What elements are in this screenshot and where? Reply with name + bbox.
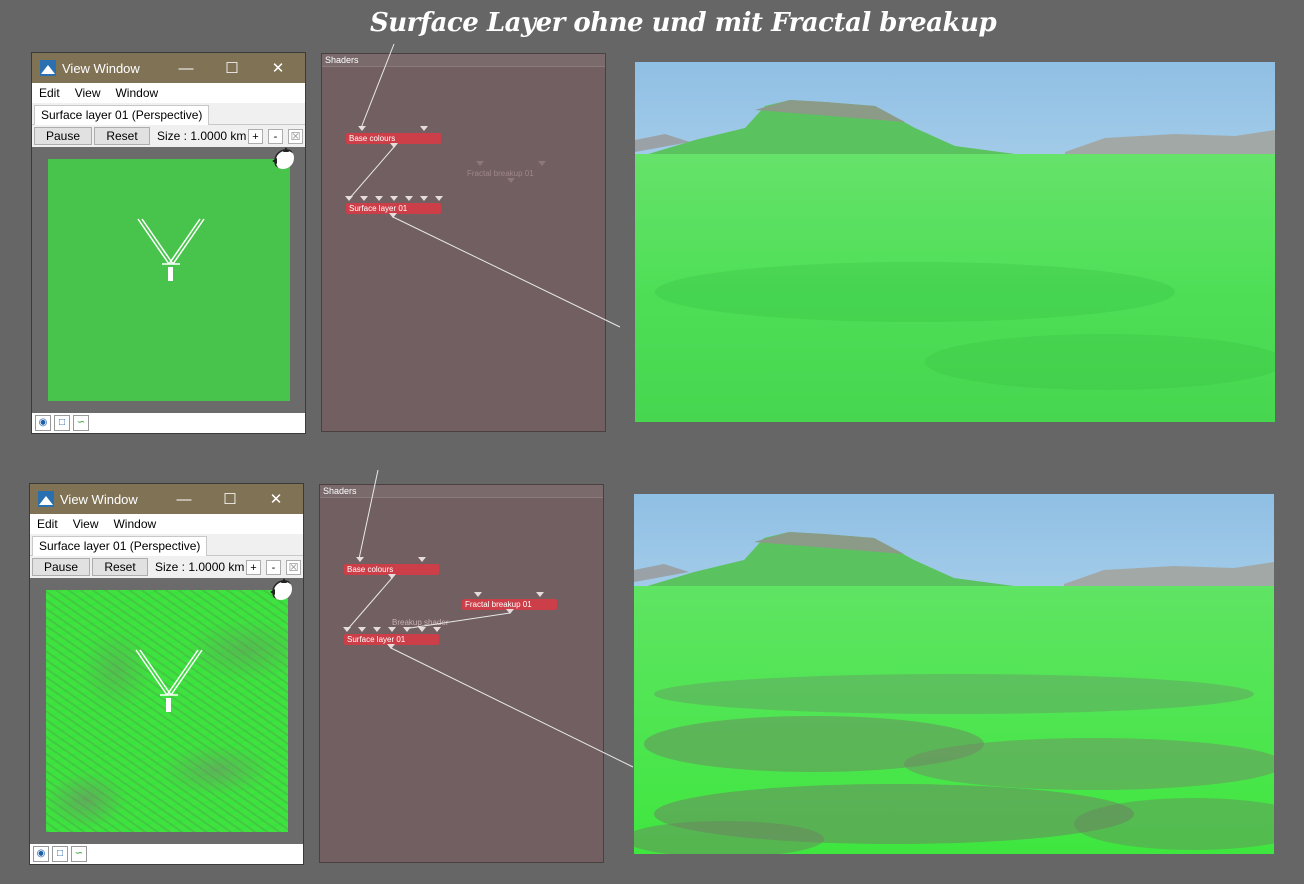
- compass-icon[interactable]: [270, 578, 292, 600]
- input-socket[interactable]: [343, 627, 351, 632]
- status-bar: ◉ □ ∽: [32, 413, 305, 433]
- zoom-out-button[interactable]: -: [268, 129, 283, 144]
- input-socket[interactable]: [418, 627, 426, 632]
- input-socket[interactable]: [418, 557, 426, 562]
- reset-button[interactable]: Reset: [92, 558, 148, 576]
- camera-frustum-icon[interactable]: [32, 147, 305, 413]
- input-socket[interactable]: [420, 126, 428, 131]
- render-preview-top: [635, 62, 1275, 422]
- input-socket[interactable]: [358, 627, 366, 632]
- status-bar: ◉ □ ∽: [30, 844, 303, 864]
- pause-button[interactable]: Pause: [34, 127, 92, 145]
- page-heading: Surface Layer ohne und mit Fractal break…: [370, 8, 997, 38]
- input-socket[interactable]: [390, 196, 398, 201]
- output-socket[interactable]: [389, 213, 397, 218]
- input-socket[interactable]: [538, 161, 546, 166]
- tab-surface-layer-perspective[interactable]: Surface layer 01 (Perspective): [34, 105, 210, 125]
- shaders-panel-top[interactable]: Shaders Base colours Fractal breakup 01 …: [321, 53, 606, 432]
- title-bar[interactable]: View Window — ☐ ✕: [30, 484, 303, 514]
- menu-bar: Edit View Window: [32, 83, 305, 103]
- terragen-app-icon: [40, 60, 56, 76]
- zoom-out-button[interactable]: -: [266, 560, 281, 575]
- edge-label-breakup-shader: Breakup shader: [392, 618, 449, 627]
- menu-window[interactable]: Window: [106, 517, 164, 531]
- compass-icon[interactable]: [272, 147, 294, 169]
- menu-view[interactable]: View: [66, 517, 107, 531]
- zoom-in-button[interactable]: +: [246, 560, 261, 575]
- menu-edit[interactable]: Edit: [30, 517, 66, 531]
- output-socket[interactable]: [506, 609, 514, 614]
- menu-bar: Edit View Window: [30, 514, 303, 534]
- input-socket[interactable]: [373, 627, 381, 632]
- input-socket[interactable]: [345, 196, 353, 201]
- toolbar: Pause Reset Size : 1.0000 km + - ☒: [30, 556, 303, 578]
- input-socket[interactable]: [536, 592, 544, 597]
- input-socket[interactable]: [360, 196, 368, 201]
- output-socket[interactable]: [390, 143, 398, 148]
- terragen-app-icon: [38, 491, 54, 507]
- frame-icon[interactable]: □: [52, 846, 68, 862]
- menu-edit[interactable]: Edit: [32, 86, 68, 100]
- shaders-panel-title: Shaders: [322, 54, 605, 67]
- camera-frustum-icon[interactable]: [30, 578, 303, 844]
- tab-bar: Surface layer 01 (Perspective): [32, 103, 305, 125]
- title-bar[interactable]: View Window — ☐ ✕: [32, 53, 305, 83]
- close-view-icon[interactable]: ☒: [286, 560, 301, 575]
- tab-surface-layer-perspective[interactable]: Surface layer 01 (Perspective): [32, 536, 208, 556]
- minimize-icon[interactable]: —: [163, 53, 209, 83]
- input-socket[interactable]: [358, 126, 366, 131]
- view-window-bottom: View Window — ☐ ✕ Edit View Window Surfa…: [29, 483, 304, 865]
- window-title: View Window: [62, 60, 140, 76]
- maximize-icon[interactable]: ☐: [207, 484, 253, 514]
- input-socket[interactable]: [403, 627, 411, 632]
- tab-bar: Surface layer 01 (Perspective): [30, 534, 303, 556]
- input-socket[interactable]: [476, 161, 484, 166]
- reset-button[interactable]: Reset: [94, 127, 150, 145]
- input-socket[interactable]: [356, 557, 364, 562]
- window-title: View Window: [60, 491, 138, 507]
- curve-icon[interactable]: ∽: [71, 846, 87, 862]
- maximize-icon[interactable]: ☐: [209, 53, 255, 83]
- view-window-top: View Window — ☐ ✕ Edit View Window Surfa…: [31, 52, 306, 434]
- curve-icon[interactable]: ∽: [73, 415, 89, 431]
- input-socket[interactable]: [435, 196, 443, 201]
- output-socket[interactable]: [507, 178, 515, 183]
- close-icon[interactable]: ✕: [255, 53, 301, 83]
- menu-window[interactable]: Window: [108, 86, 166, 100]
- render-preview-bottom: [634, 494, 1274, 854]
- toolbar: Pause Reset Size : 1.0000 km + - ☒: [32, 125, 305, 147]
- eye-icon[interactable]: ◉: [33, 846, 49, 862]
- input-socket[interactable]: [474, 592, 482, 597]
- input-socket[interactable]: [375, 196, 383, 201]
- shaders-panel-title: Shaders: [320, 485, 603, 498]
- output-socket[interactable]: [388, 574, 396, 579]
- size-readout: Size : 1.0000 km: [155, 560, 245, 574]
- input-socket[interactable]: [433, 627, 441, 632]
- minimize-icon[interactable]: —: [161, 484, 207, 514]
- zoom-in-button[interactable]: +: [248, 129, 263, 144]
- shaders-panel-bottom[interactable]: Shaders Base colours Fractal breakup 01 …: [319, 484, 604, 863]
- frame-icon[interactable]: □: [54, 415, 70, 431]
- input-socket[interactable]: [405, 196, 413, 201]
- size-readout: Size : 1.0000 km: [157, 129, 247, 143]
- map-viewport[interactable]: [32, 147, 305, 413]
- eye-icon[interactable]: ◉: [35, 415, 51, 431]
- input-socket[interactable]: [420, 196, 428, 201]
- menu-view[interactable]: View: [68, 86, 109, 100]
- output-socket[interactable]: [387, 644, 395, 649]
- pause-button[interactable]: Pause: [32, 558, 90, 576]
- close-icon[interactable]: ✕: [253, 484, 299, 514]
- map-viewport[interactable]: [30, 578, 303, 844]
- input-socket[interactable]: [388, 627, 396, 632]
- close-view-icon[interactable]: ☒: [288, 129, 303, 144]
